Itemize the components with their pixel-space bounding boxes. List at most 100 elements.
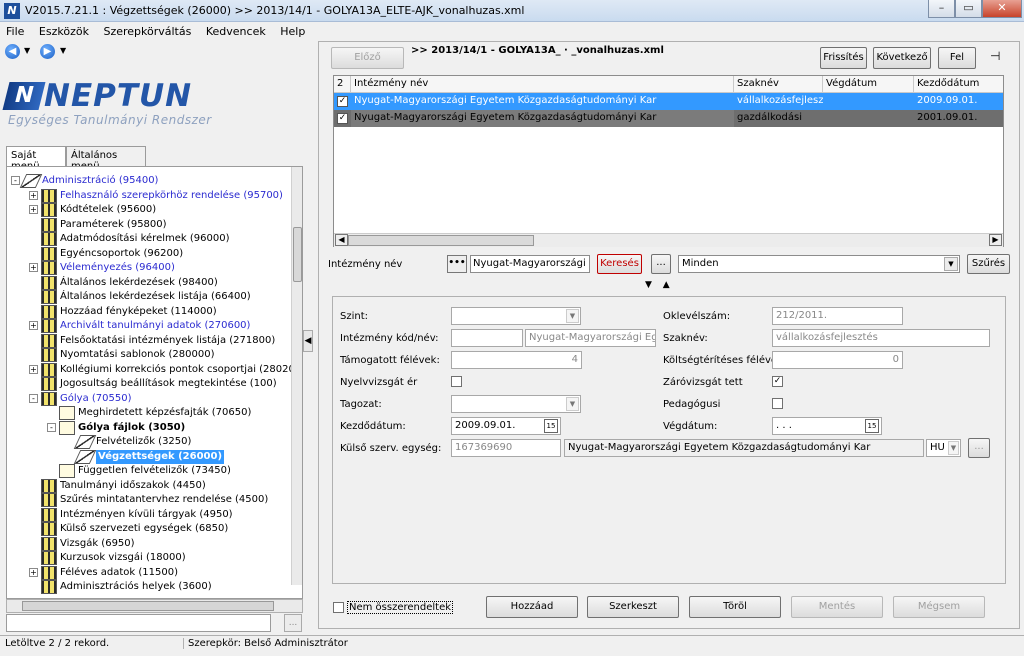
supported-semesters-field[interactable]: 4 (451, 351, 582, 369)
tree-item[interactable]: + Kódtételek (95600) (7, 203, 287, 217)
tree-item[interactable]: Meghirdetett képzésfajták (70650) (7, 406, 287, 420)
filter-button[interactable]: Szűrés (967, 254, 1010, 274)
tree-item[interactable]: Nyomtatási sablonok (280000) (7, 348, 287, 362)
language-exam-checkbox[interactable] (451, 376, 462, 387)
tree-item[interactable]: + Véleményezés (96400) (7, 261, 287, 275)
tree-item[interactable]: Tanulmányi időszakok (4450) (7, 478, 287, 493)
save-button[interactable]: Mentés (791, 596, 883, 618)
scroll-right-icon[interactable]: ▶ (989, 234, 1002, 246)
tree-item[interactable]: - Gólya (70550) (7, 391, 287, 406)
chevron-down-icon[interactable]: ▼ (944, 257, 958, 271)
tree-item[interactable]: Adatmódosítási kérelmek (96000) (7, 232, 287, 246)
inst-code-field[interactable] (451, 329, 523, 347)
expand-icon[interactable]: + (29, 321, 38, 330)
cancel-button[interactable]: Mégsem (893, 596, 985, 618)
tree-item[interactable]: Vizsgák (6950) (7, 536, 287, 551)
row-checkbox[interactable]: ✓ (337, 96, 348, 107)
diploma-number-field[interactable]: 212/2011. (772, 307, 903, 325)
add-button[interactable]: Hozzáad (486, 596, 578, 618)
scope-select[interactable]: Minden ▼ (678, 255, 960, 273)
table-row[interactable]: ✓ Nyugat-Magyarországi Egyetem Közgazdas… (334, 93, 1003, 110)
grid-hscroll-thumb[interactable] (348, 235, 534, 246)
menu-tools[interactable]: Eszközök (33, 23, 94, 38)
calendar-icon[interactable]: 15 (544, 419, 558, 433)
tree-item[interactable]: Adminisztrációs helyek (3600) (7, 580, 287, 594)
external-unit-name-field[interactable]: Nyugat-Magyarországi Egyetem Közgazdaság… (564, 439, 924, 457)
group-select[interactable]: ▼ (451, 395, 581, 413)
tree-item[interactable]: Hozzáad fényképeket (114000) (7, 304, 287, 319)
tree-item[interactable]: + Felhasználó szerepkörhöz rendelése (957… (7, 188, 287, 203)
grid-header-major[interactable]: Szaknév (734, 76, 823, 93)
tree-item[interactable]: + Kollégiumi korrekciós pontok csoportjai… (7, 362, 302, 377)
grid-header-institution[interactable]: Intézmény név (351, 76, 734, 93)
inst-name-field[interactable]: Nyugat-Magyarországi Egyetem (525, 329, 656, 347)
end-date-field[interactable]: . . . 15 (772, 417, 882, 435)
collapse-icon[interactable]: - (11, 176, 20, 185)
back-arrow-icon[interactable]: ◀ (5, 44, 20, 59)
filter-input[interactable]: Nyugat-Magyarországi Egyete (470, 255, 590, 273)
chevron-down-icon[interactable]: ▼ (948, 441, 959, 455)
tree-item[interactable]: Általános lekérdezések (98400) (7, 275, 287, 290)
tree-item[interactable]: Felvételizők (3250) (7, 435, 287, 449)
tree-item[interactable]: + Archivált tanulmányi adatok (270600) (7, 319, 287, 333)
tree-item[interactable]: Kurzusok vizsgái (18000) (7, 551, 287, 565)
tree-item[interactable]: - Adminisztráció (95400) (7, 174, 287, 188)
close-button[interactable]: ✕ (982, 0, 1022, 18)
menu-file[interactable]: File (0, 23, 29, 38)
expand-icon[interactable]: + (29, 364, 38, 374)
expand-icon[interactable]: + (29, 263, 38, 272)
grid-header-start-date[interactable]: Kezdődátum (914, 76, 1003, 93)
tree-scroll-thumb[interactable] (293, 227, 302, 282)
table-row[interactable]: ✓ Nyugat-Magyarországi Egyetem Közgazdas… (334, 110, 1003, 127)
tree-item[interactable]: Független felvételizők (73450) (7, 464, 287, 478)
delete-button[interactable]: Töröl (689, 596, 781, 618)
pedagogic-checkbox[interactable] (772, 398, 783, 409)
chevron-down-icon[interactable]: ▼ (566, 397, 579, 411)
pin-icon[interactable]: ⊣ (990, 49, 1000, 63)
tree-item[interactable]: - Gólya fájlok (3050) (7, 420, 287, 435)
collapse-icon[interactable]: - (29, 393, 38, 403)
tree-item[interactable]: Végzettségek (26000) (7, 449, 287, 464)
start-date-field[interactable]: 2009.09.01. 15 (451, 417, 561, 435)
paid-semesters-field[interactable]: 0 (772, 351, 903, 369)
external-unit-more-button[interactable]: ... (968, 438, 990, 458)
up-button[interactable]: Fel (938, 47, 976, 69)
edit-button[interactable]: Szerkeszt (587, 596, 679, 618)
minimize-button[interactable]: – (928, 0, 955, 18)
collapse-expand-icon[interactable]: ▼ ▲ (645, 280, 674, 290)
tree-item[interactable]: Intézményen kívüli tárgyak (4950) (7, 507, 287, 522)
tree-item[interactable]: Általános lekérdezések listája (66400) (7, 290, 287, 304)
expand-icon[interactable]: + (29, 190, 38, 200)
tab-own-menu[interactable]: Saját menü (6, 146, 66, 172)
tree-hscroll-thumb[interactable] (22, 601, 274, 611)
expand-icon[interactable]: + (29, 567, 38, 577)
panel-collapse-toggle[interactable]: ◀ (303, 330, 313, 352)
tree-item[interactable]: Felsőoktatási intézmények listája (27180… (7, 333, 287, 348)
tree-item[interactable]: Egyéncsoportok (96200) (7, 246, 287, 261)
forward-dropdown-icon[interactable]: ▼ (60, 46, 66, 55)
search-button[interactable]: Keresés (597, 254, 642, 274)
next-button[interactable]: Következő (873, 47, 931, 69)
filter-more-button[interactable]: ... (651, 254, 671, 274)
external-unit-code-field[interactable]: 167369690 (451, 439, 561, 457)
tree-item[interactable]: Szűrés mintatantervhez rendelése (4500) (7, 493, 287, 507)
calendar-icon[interactable]: 15 (865, 419, 879, 433)
scroll-left-icon[interactable]: ◀ (335, 234, 348, 246)
row-checkbox[interactable]: ✓ (337, 113, 348, 124)
tree-item[interactable]: Paraméterek (95800) (7, 217, 287, 232)
menu-favorites[interactable]: Kedvencek (200, 23, 271, 38)
prev-button[interactable]: Előző (331, 47, 404, 69)
unassigned-checkbox[interactable] (333, 602, 344, 613)
tree-item[interactable]: Külső szervezeti egységek (6850) (7, 522, 287, 536)
collapse-icon[interactable]: - (47, 422, 56, 432)
level-select[interactable]: ▼ (451, 307, 581, 325)
chevron-down-icon[interactable]: ▼ (566, 309, 579, 323)
tree-search-input[interactable] (6, 614, 271, 632)
final-exam-checkbox[interactable]: ✓ (772, 376, 783, 387)
restore-button[interactable]: ▭ (955, 0, 982, 18)
major-field[interactable]: vállalkozásfejlesztés (772, 329, 990, 347)
menu-help[interactable]: Help (274, 23, 310, 38)
filter-options-button[interactable]: ••• (447, 255, 467, 273)
tree-item[interactable]: Jogosultság beállítások megtekintése (10… (7, 377, 287, 391)
tab-general-menu[interactable]: Általános menü (66, 146, 146, 172)
